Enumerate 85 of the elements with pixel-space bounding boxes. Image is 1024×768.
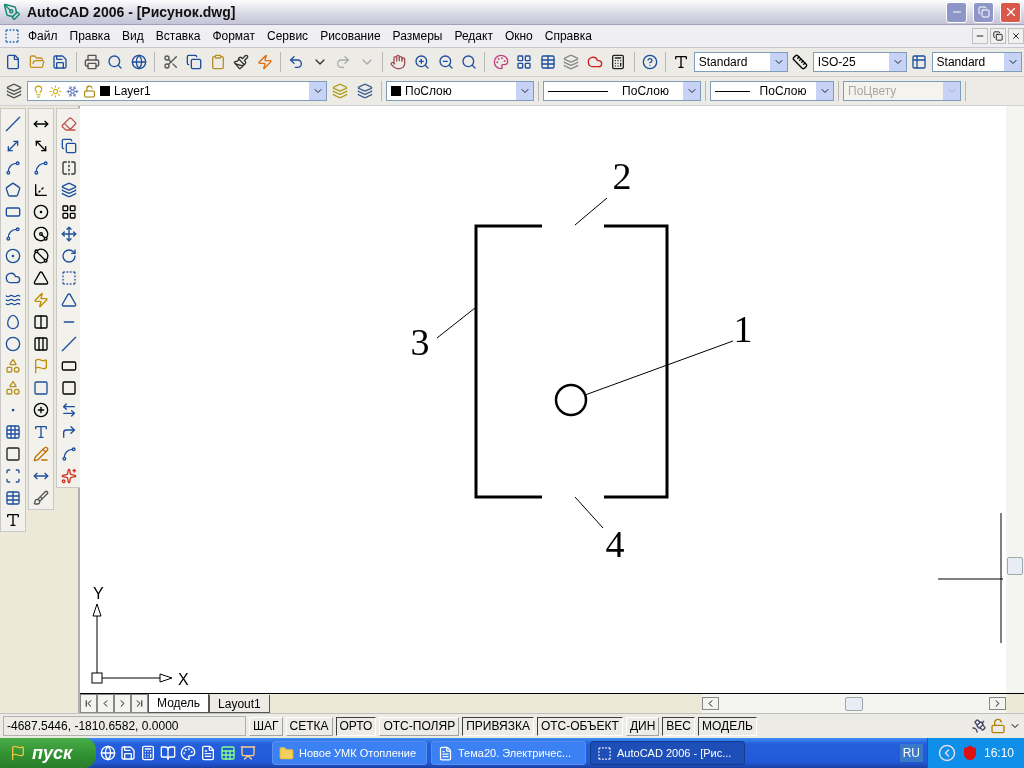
- book-icon[interactable]: [160, 745, 176, 761]
- start-button[interactable]: пуск: [0, 738, 96, 768]
- chevron-icon[interactable]: [937, 744, 956, 762]
- y-axis-label: Y: [93, 585, 104, 602]
- snowflake-icon: [66, 84, 79, 98]
- restore-icon: [993, 31, 1003, 41]
- leader-line: [436, 307, 476, 339]
- presentation-icon[interactable]: [240, 745, 256, 761]
- drawing-canvas[interactable]: 1 2 3 4 Y X: [80, 106, 1006, 693]
- satellite-icon[interactable]: [971, 718, 987, 734]
- globe-icon[interactable]: [100, 745, 116, 761]
- layer-dropdown[interactable]: Layer1: [27, 81, 327, 101]
- calculator-icon[interactable]: [140, 745, 156, 761]
- menu-item[interactable]: Окно: [498, 29, 539, 43]
- status-toggle[interactable]: СЕТКА: [285, 716, 333, 736]
- window-title: AutoCAD 2006 - [Рисунок.dwg]: [27, 4, 237, 20]
- lineweight-dropdown[interactable]: ПоСлою: [710, 81, 834, 101]
- linetype-dropdown[interactable]: ПоСлою: [543, 81, 701, 101]
- status-toggle[interactable]: ВЕС: [662, 716, 695, 736]
- color-swatch: [100, 86, 110, 96]
- menu-item[interactable]: Справка: [538, 29, 598, 43]
- taskbar-button[interactable]: Новое УМК Отопление: [272, 741, 427, 765]
- clock: 16:10: [983, 746, 1014, 760]
- scroll-left-button[interactable]: [701, 697, 719, 710]
- line-sample: [548, 90, 608, 92]
- status-toggle[interactable]: ОТС-ПОЛЯР: [379, 716, 460, 736]
- scrollbar-thumb[interactable]: [844, 696, 863, 711]
- circle-shape: [554, 383, 588, 417]
- previous-tab-button[interactable]: [97, 694, 114, 713]
- menu-item[interactable]: Формат: [206, 29, 262, 43]
- menu-item[interactable]: Вставка: [149, 29, 207, 43]
- line-sample: [715, 90, 750, 92]
- save-icon[interactable]: [120, 745, 136, 761]
- close-icon: [1011, 31, 1021, 41]
- folder-icon: [279, 745, 294, 761]
- color-dropdown[interactable]: ПоСлою: [386, 81, 534, 101]
- scroll-right-button[interactable]: [989, 697, 1006, 710]
- palette-icon[interactable]: [180, 745, 196, 761]
- layout-tab[interactable]: Модель: [148, 694, 210, 713]
- scrollbar-thumb[interactable]: [1007, 557, 1023, 575]
- table-style-dropdown[interactable]: Standard: [931, 52, 1023, 72]
- taskbar-button[interactable]: AutoCAD 2006 - [Рис...: [590, 741, 745, 765]
- status-toggle[interactable]: ОТС-ОБЪЕКТ: [536, 716, 623, 736]
- menu-item[interactable]: Рисование: [314, 29, 387, 43]
- last-tab-button[interactable]: [131, 694, 148, 713]
- menu-item[interactable]: Редакт: [448, 29, 499, 43]
- first-tab-button[interactable]: [80, 694, 97, 713]
- menu-item[interactable]: Вид: [116, 29, 150, 43]
- callout-number: 2: [612, 155, 632, 197]
- text-style-dropdown[interactable]: Standard: [693, 52, 789, 72]
- flag-icon: [10, 745, 26, 761]
- status-toggle[interactable]: МОДЕЛЬ: [698, 716, 757, 736]
- leader-line: [574, 496, 604, 529]
- coordinates-readout: -4687.5446, -1810.6582, 0.0000: [3, 716, 246, 736]
- ucs-axes-icon: [91, 603, 173, 684]
- restore-button[interactable]: [990, 28, 1006, 44]
- callout-number: 4: [605, 523, 625, 565]
- menu-item[interactable]: Сервис: [261, 29, 315, 43]
- vertical-scrollbar[interactable]: [1006, 106, 1024, 693]
- first-icon: [83, 698, 94, 709]
- spreadsheet-icon[interactable]: [220, 745, 236, 761]
- horizontal-scrollbar[interactable]: [701, 694, 1006, 713]
- callout-number: 3: [410, 321, 430, 363]
- color-swatch: [391, 86, 401, 96]
- x-axis-label: X: [178, 671, 189, 688]
- dimension-style-dropdown[interactable]: ISO-25: [812, 52, 907, 72]
- menu-item[interactable]: Файл: [22, 29, 64, 43]
- status-toggle[interactable]: ПРИВЯЗКА: [462, 716, 534, 736]
- next-tab-button[interactable]: [114, 694, 131, 713]
- layout-tab[interactable]: Layout1: [209, 695, 270, 713]
- menu-item[interactable]: Размеры: [386, 29, 449, 43]
- status-toggle[interactable]: ОРТО: [335, 716, 377, 736]
- leader-line: [574, 197, 608, 226]
- status-toggle[interactable]: ШАГ: [249, 716, 283, 736]
- menu-item[interactable]: Правка: [63, 29, 117, 43]
- close-button[interactable]: [1008, 28, 1024, 44]
- sun-icon: [49, 84, 62, 98]
- last-icon: [134, 698, 145, 709]
- status-toggle[interactable]: ДИН: [625, 716, 660, 736]
- restore-icon: [977, 6, 990, 18]
- lightbulb-icon: [32, 84, 45, 98]
- lock-icon: [83, 84, 96, 98]
- language-indicator[interactable]: RU: [899, 744, 923, 762]
- taskbar-button[interactable]: Тема20. Электричес...: [431, 741, 586, 765]
- callout-number: 1: [733, 308, 753, 350]
